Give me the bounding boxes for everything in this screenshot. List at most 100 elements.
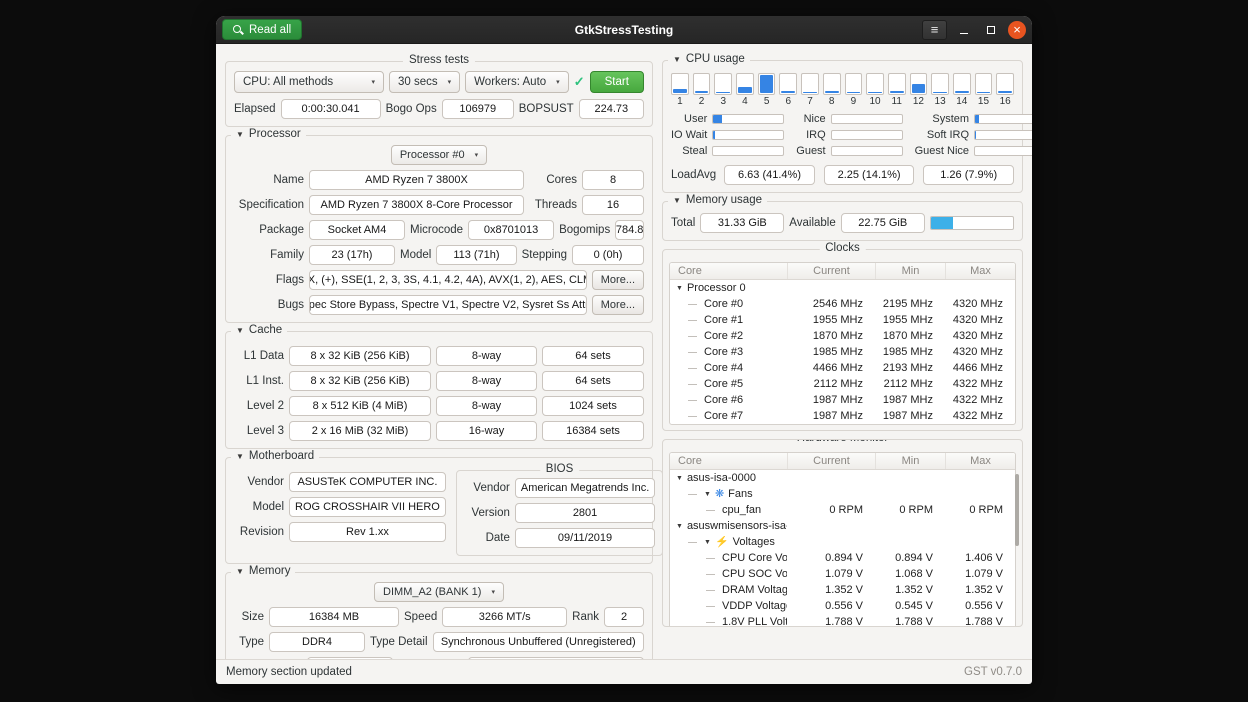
close-button[interactable]: ×	[1008, 21, 1026, 39]
memory-usage-expander[interactable]: ▼ Memory usage	[668, 194, 767, 206]
clocks-row[interactable]: Core #7 1987 MHz 1987 MHz 4322 MHz	[670, 408, 1015, 424]
mem-speed-value[interactable]: 3266 MT/s	[442, 607, 567, 627]
package-value[interactable]: Socket AM4	[309, 220, 405, 240]
motherboard-expander[interactable]: ▼ Motherboard	[231, 450, 319, 462]
bops-value[interactable]: 224.73	[579, 99, 644, 119]
read-all-button[interactable]: Read all	[222, 19, 302, 40]
hwmon-sensor-row[interactable]: CPU SOC Voltage 1.079 V 1.068 V 1.079 V	[670, 566, 1015, 582]
start-button[interactable]: Start	[590, 71, 644, 93]
mb-vendor-value[interactable]: ASUSTeK COMPUTER INC.	[289, 472, 446, 492]
flags-more-button[interactable]: More...	[592, 270, 644, 290]
processor-expander[interactable]: ▼ Processor	[231, 128, 306, 140]
microcode-value[interactable]: 0x8701013	[468, 220, 554, 240]
hwmon-group-row[interactable]: ▼ asuswmisensors-isa-0000	[670, 518, 1015, 534]
clocks-parent-row[interactable]: ▼ Processor 0	[670, 280, 1015, 296]
cache-size-value[interactable]: 2 x 16 MiB (32 MiB)	[289, 421, 431, 441]
clocks-row[interactable]: Core #2 1870 MHz 1870 MHz 4320 MHz	[670, 328, 1015, 344]
mem-rank-value[interactable]: 2	[604, 607, 644, 627]
clocks-row[interactable]: Core #1 1955 MHz 1955 MHz 4320 MHz	[670, 312, 1015, 328]
stepping-value[interactable]: 0 (0h)	[572, 245, 644, 265]
hwmon-sensor-row[interactable]: DRAM Voltage 1.352 V 1.352 V 1.352 V	[670, 582, 1015, 598]
cores-value[interactable]: 8	[582, 170, 644, 190]
cache-sets-value[interactable]: 64 sets	[542, 346, 644, 366]
hwmon-header-current[interactable]: Current	[787, 453, 875, 469]
bugs-more-button[interactable]: More...	[592, 295, 644, 315]
mem-size-value[interactable]: 16384 MB	[269, 607, 399, 627]
clocks-row[interactable]: Core #6 1987 MHz 1987 MHz 4322 MHz	[670, 392, 1015, 408]
mem-available-value[interactable]: 22.75 GiB	[841, 213, 925, 233]
hwmon-header-core[interactable]: Core	[670, 453, 787, 469]
cache-ways-value[interactable]: 8-way	[436, 346, 537, 366]
mem-total-value[interactable]: 31.33 GiB	[700, 213, 784, 233]
menu-button[interactable]: ≡	[922, 20, 947, 40]
hwmon-sensor-row[interactable]: 1.8V PLL Voltage 1.788 V 1.788 V 1.788 V	[670, 614, 1015, 627]
cache-expander[interactable]: ▼ Cache	[231, 324, 287, 336]
mb-revision-value[interactable]: Rev 1.xx	[289, 522, 446, 542]
processor-select[interactable]: Processor #0 ▾	[391, 145, 487, 165]
threads-value[interactable]: 16	[582, 195, 644, 215]
clocks-row[interactable]: Core #5 2112 MHz 2112 MHz 4322 MHz	[670, 376, 1015, 392]
mb-model-value[interactable]: ROG CROSSHAIR VII HERO	[289, 497, 446, 517]
bios-vendor-value[interactable]: American Megatrends Inc.	[515, 478, 655, 498]
hwmon-voltages-row[interactable]: ▼ ⚡ Voltages	[670, 534, 1015, 550]
titlebar[interactable]: Read all GtkStressTesting ≡ ×	[216, 16, 1032, 44]
cache-ways-value[interactable]: 8-way	[436, 371, 537, 391]
cache-size-value[interactable]: 8 x 32 KiB (256 KiB)	[289, 346, 431, 366]
hwmon-group-row[interactable]: ▼ asus-isa-0000	[670, 470, 1015, 486]
tree-expander-icon[interactable]: ▼	[704, 539, 711, 546]
hwmon-fans-row[interactable]: ▼ ❋ Fans	[670, 486, 1015, 502]
tree-expander-icon[interactable]: ▼	[704, 491, 711, 498]
cpu-usage-expander[interactable]: ▼ CPU usage	[668, 53, 750, 65]
memory-expander[interactable]: ▼ Memory	[231, 565, 295, 577]
loadavg-value[interactable]: 2.25 (14.1%)	[824, 165, 915, 185]
dimm-select[interactable]: DIMM_A2 (BANK 1) ▾	[374, 582, 504, 602]
hwmon-header-max[interactable]: Max	[945, 453, 1015, 469]
model-value[interactable]: 113 (71h)	[436, 245, 516, 265]
mem-manufacturer-value[interactable]: G Skill Intl	[307, 657, 393, 659]
scrollbar[interactable]	[1015, 474, 1019, 546]
bios-version-value[interactable]: 2801	[515, 503, 655, 523]
maximize-button[interactable]	[981, 20, 1001, 40]
mem-type-detail-value[interactable]: Synchronous Unbuffered (Unregistered)	[433, 632, 644, 652]
clocks-row[interactable]: Core #0 2546 MHz 2195 MHz 4320 MHz	[670, 296, 1015, 312]
hwmon-header-min[interactable]: Min	[875, 453, 945, 469]
tree-expander-icon[interactable]: ▼	[676, 285, 683, 292]
family-value[interactable]: 23 (17h)	[309, 245, 395, 265]
clocks-table-header[interactable]: Core Current Min Max	[670, 263, 1015, 280]
flags-value[interactable]: MMX, (+), SSE(1, 2, 3, 3S, 4.1, 4.2, 4A)…	[309, 270, 587, 290]
clocks-header-core[interactable]: Core	[670, 263, 787, 279]
bios-date-value[interactable]: 09/11/2019	[515, 528, 655, 548]
clocks-header-current[interactable]: Current	[787, 263, 875, 279]
cache-size-value[interactable]: 8 x 32 KiB (256 KiB)	[289, 371, 431, 391]
minimize-button[interactable]	[954, 20, 974, 40]
cache-sets-value[interactable]: 16384 sets	[542, 421, 644, 441]
hwmon-sensor-row[interactable]: VDDP Voltage 0.556 V 0.545 V 0.556 V	[670, 598, 1015, 614]
cache-sets-value[interactable]: 1024 sets	[542, 396, 644, 416]
cache-ways-value[interactable]: 16-way	[436, 421, 537, 441]
hwmon-sensor-row[interactable]: cpu_fan 0 RPM 0 RPM 0 RPM	[670, 502, 1015, 518]
cache-sets-value[interactable]: 64 sets	[542, 371, 644, 391]
stress-workers-select[interactable]: Workers: Auto ▾	[465, 71, 569, 93]
mem-type-value[interactable]: DDR4	[269, 632, 365, 652]
stress-method-select[interactable]: CPU: All methods ▾	[234, 71, 384, 93]
cpu-name-value[interactable]: AMD Ryzen 7 3800X	[309, 170, 524, 190]
clocks-row[interactable]: Core #4 4466 MHz 2193 MHz 4466 MHz	[670, 360, 1015, 376]
tree-expander-icon[interactable]: ▼	[676, 523, 683, 530]
clocks-header-min[interactable]: Min	[875, 263, 945, 279]
hwmon-table-header[interactable]: Core Current Min Max	[670, 453, 1015, 470]
loadavg-value[interactable]: 6.63 (41.4%)	[724, 165, 815, 185]
tree-expander-icon[interactable]: ▼	[676, 475, 683, 482]
clocks-header-max[interactable]: Max	[945, 263, 1015, 279]
stress-duration-select[interactable]: 30 secs ▾	[389, 71, 460, 93]
hwmon-sensor-row[interactable]: CPU Core Voltage 0.894 V 0.894 V 1.406 V	[670, 550, 1015, 566]
elapsed-value[interactable]: 0:00:30.041	[281, 99, 381, 119]
cache-ways-value[interactable]: 8-way	[436, 396, 537, 416]
bugs-value[interactable]: Spec Store Bypass, Spectre V1, Spectre V…	[309, 295, 587, 315]
loadavg-value[interactable]: 1.26 (7.9%)	[923, 165, 1014, 185]
cache-size-value[interactable]: 8 x 512 KiB (4 MiB)	[289, 396, 431, 416]
specification-value[interactable]: AMD Ryzen 7 3800X 8-Core Processor	[309, 195, 524, 215]
mem-part-value[interactable]: F4-3000C15-16GTZ	[468, 657, 644, 659]
bogo-ops-value[interactable]: 106979	[442, 99, 514, 119]
bogomips-value[interactable]: 7784.84	[615, 220, 644, 240]
clocks-row[interactable]: Core #3 1985 MHz 1985 MHz 4320 MHz	[670, 344, 1015, 360]
